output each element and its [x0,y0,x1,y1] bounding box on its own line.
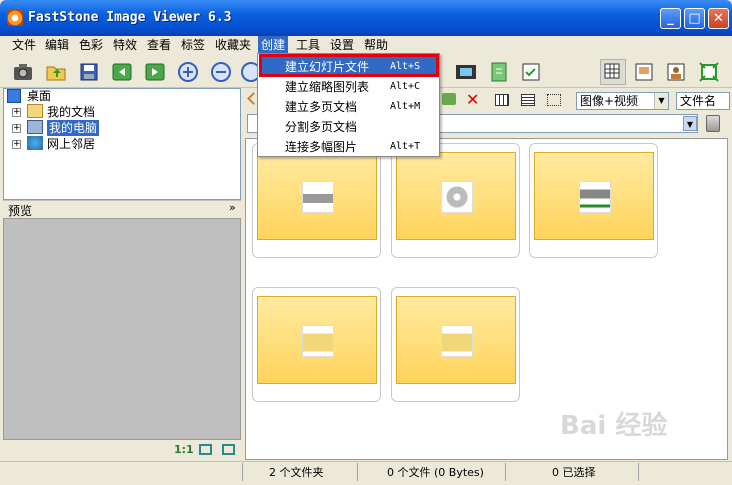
menu-item-label: 建立多页文档 [285,100,358,114]
sort-select-value: 文件名 [680,94,717,108]
menu-effects[interactable]: 特效 [110,36,140,54]
folder-icon [302,325,334,357]
close-button[interactable]: ✕ [708,8,729,29]
layout-preview-icon[interactable] [633,61,655,83]
fullscreen-icon[interactable] [698,61,720,83]
fit-icon[interactable] [199,444,212,455]
delete-icon[interactable]: ✕ [466,90,479,109]
menu-help[interactable]: 帮助 [361,36,391,54]
status-divider [357,463,358,481]
folder-icon [441,325,473,357]
menu-edit[interactable]: 编辑 [42,36,72,54]
recycle-bin-icon[interactable] [706,115,720,132]
status-selected: 0 已选择 [552,466,596,479]
watermark: Bai 经验 [560,411,668,441]
resize-icon[interactable] [488,61,510,83]
menu-color[interactable]: 色彩 [76,36,106,54]
menu-item-label: 分割多页文档 [285,120,358,134]
menu-item-split-multipage[interactable]: 分割多页文档 [260,117,437,137]
status-folders: 2 个文件夹 [269,466,324,479]
app-logo-icon [7,10,23,26]
preview-area [3,218,241,440]
open-folder-icon[interactable] [45,61,67,83]
status-files: 0 个文件 (0 Bytes) [387,466,484,479]
zoom-in-icon[interactable] [177,61,199,83]
thumbnail-frame [257,296,377,384]
menu-tags[interactable]: 标签 [178,36,208,54]
tree-item-documents[interactable]: 我的文档 [47,104,95,120]
status-divider [638,463,639,481]
camera-icon[interactable] [12,61,34,83]
hard-drive-icon [302,181,334,213]
forward-icon[interactable] [144,61,166,83]
back-icon[interactable] [111,61,133,83]
menu-item-create-multipage[interactable]: 建立多页文档 Alt+M [260,97,437,117]
network-drive-icon [579,181,611,213]
view-details-icon[interactable] [547,94,561,106]
menu-create[interactable]: 创建 [258,36,289,54]
expand-icon[interactable]: + [12,108,21,117]
stretch-icon[interactable] [222,444,235,455]
menu-view[interactable]: 查看 [144,36,174,54]
menu-settings[interactable]: 设置 [327,36,357,54]
filmstrip-icon[interactable] [455,61,477,83]
shortcut-label: Alt+M [390,101,421,112]
chevron-down-icon: ▼ [654,93,668,109]
checklist-icon[interactable] [520,61,542,83]
thumbnail-folder-1[interactable] [252,287,381,402]
menu-item-create-contact-sheet[interactable]: 建立缩略图列表 Alt+C [260,77,437,97]
menu-file[interactable]: 文件 [9,36,39,54]
filter-select[interactable]: 图像+视频 ▼ [576,92,669,110]
actual-size-button[interactable]: 1:1 [174,443,194,456]
menu-item-join-images[interactable]: 连接多幅图片 Alt+T [260,137,437,157]
layout-thumbs-icon[interactable] [600,59,626,85]
filter-select-value: 图像+视频 [580,94,639,108]
path-dropdown-icon[interactable]: ▼ [683,116,697,131]
tree-item-computer[interactable]: 我的电脑 [47,120,100,136]
expand-icon[interactable]: + [12,124,21,133]
network-icon [27,136,43,150]
thumbnail-frame [534,152,654,240]
thumbnail-frame [396,152,516,240]
highlight-callout [259,54,439,77]
zoom-out-icon[interactable] [210,61,232,83]
preview-header [3,200,241,218]
computer-icon [27,120,43,134]
thumbnail-network-drive[interactable] [529,143,658,258]
menu-tools[interactable]: 工具 [293,36,323,54]
view-grid-icon[interactable] [495,94,509,106]
layout-portrait-icon[interactable] [665,61,687,83]
maximize-button[interactable]: □ [684,8,705,29]
view-list-icon[interactable] [521,94,535,106]
preview-title: 预览 [8,204,33,218]
status-divider [242,463,243,481]
copy-icon[interactable] [442,93,456,105]
sort-select[interactable]: 文件名 [676,92,730,110]
expand-icon[interactable]: + [12,140,21,149]
minimize-button[interactable]: _ [660,8,681,29]
shortcut-label: Alt+C [390,81,421,92]
thumbnail-cd-drive[interactable] [391,143,520,258]
thumbnail-folder-2[interactable] [391,287,520,402]
window-title: FastStone Image Viewer 6.3 [28,10,232,25]
thumbnail-frame [396,296,516,384]
tree-item-desktop[interactable]: 桌面 [27,88,51,104]
status-divider [505,463,506,481]
documents-folder-icon [27,104,43,118]
collapse-preview-button[interactable]: » [229,201,236,214]
thumbnail-frame [257,152,377,240]
tree-item-network[interactable]: 网上邻居 [47,136,95,152]
save-icon[interactable] [78,61,100,83]
menu-item-label: 连接多幅图片 [285,140,358,154]
menu-favorites[interactable]: 收藏夹 [212,36,254,54]
cd-drive-icon [441,181,473,213]
thumbnail-hard-drive[interactable] [252,143,381,258]
status-bar [0,461,732,483]
menu-item-label: 建立缩略图列表 [285,80,370,94]
desktop-icon [7,89,21,103]
shortcut-label: Alt+T [390,141,421,152]
